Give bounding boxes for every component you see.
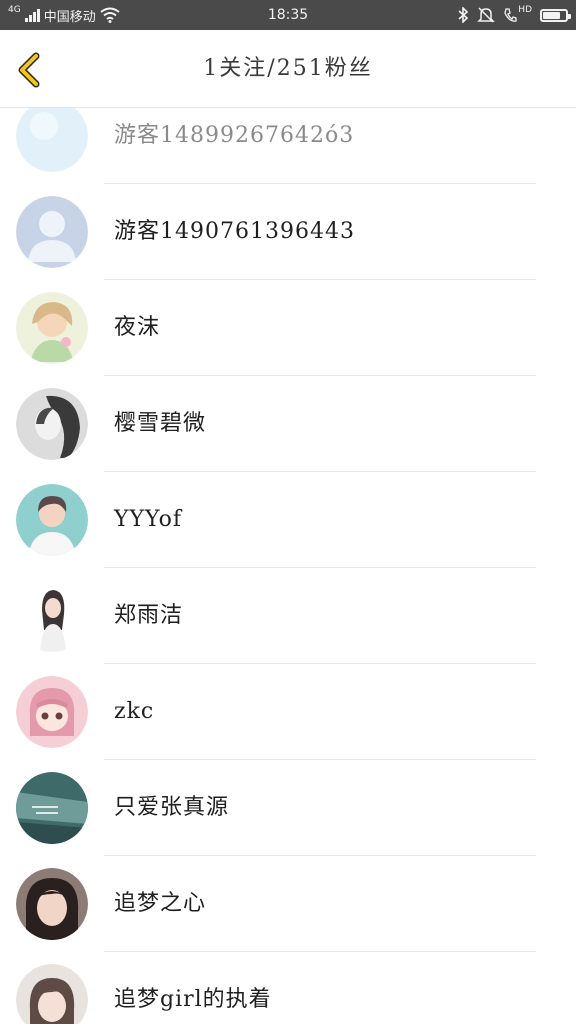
top-bar: 1关注/251粉丝 [0,30,576,108]
avatar [16,868,88,940]
avatar [16,964,88,1024]
bluetooth-icon [458,7,469,23]
avatar [16,484,88,556]
avatar [16,676,88,748]
page-title: 1关注/251粉丝 [203,56,373,81]
user-name: 追梦之心 [114,891,207,916]
user-name: 樱雪碧微 [114,411,207,436]
list-item[interactable]: 只爱张真源 [0,760,576,856]
user-name: 郑雨洁 [114,603,184,628]
hd-call-icon: HD [503,5,532,23]
battery-icon [540,8,571,22]
list-item[interactable]: 郑雨洁 [0,568,576,664]
user-name: 追梦girl的执着 [114,987,272,1012]
fans-list[interactable]: 游客14899267642ó3 游客1490761396443 夜沫 樱雪碧微 [0,108,576,1024]
list-item[interactable]: 夜沫 [0,280,576,376]
mute-icon [477,7,496,23]
user-name: 夜沫 [114,315,161,340]
avatar [16,772,88,844]
list-item[interactable]: 游客1490761396443 [0,184,576,280]
avatar [16,388,88,460]
list-item[interactable]: 游客14899267642ó3 [0,108,576,184]
list-item[interactable]: YYYof [0,472,576,568]
avatar [16,108,88,172]
avatar [16,196,88,268]
avatar [16,292,88,364]
user-name: zkc [114,699,155,724]
user-name: 游客1490761396443 [114,219,355,244]
user-name: YYYof [114,507,183,532]
user-name: 游客14899267642ó3 [114,123,355,148]
list-item[interactable]: zkc [0,664,576,760]
status-right: HD [457,0,571,30]
list-item[interactable]: 追梦girl的执着 [0,952,576,1024]
hd-label: HD [518,5,532,15]
list-item[interactable]: 追梦之心 [0,856,576,952]
user-name: 只爱张真源 [114,795,230,820]
list-item[interactable]: 樱雪碧微 [0,376,576,472]
status-bar: 4G 中国移动 18:35 HD [0,0,576,30]
avatar [16,580,88,652]
